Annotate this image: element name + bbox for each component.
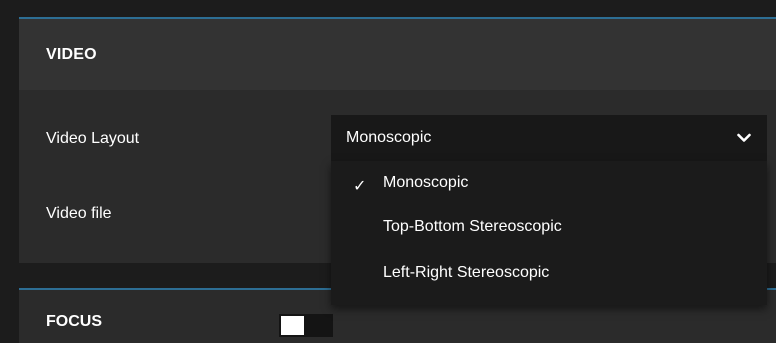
menu-item-label: Monoscopic bbox=[383, 174, 469, 191]
settings-page: VIDEO Video Layout Video file Monoscopic… bbox=[0, 0, 776, 343]
menu-item-top-bottom-stereoscopic[interactable]: Top-Bottom Stereoscopic bbox=[331, 204, 767, 250]
toggle-knob bbox=[281, 316, 304, 335]
menu-item-label: Top-Bottom Stereoscopic bbox=[383, 218, 562, 235]
chevron-down-icon bbox=[737, 133, 751, 142]
menu-item-left-right-stereoscopic[interactable]: Left-Right Stereoscopic bbox=[331, 250, 767, 296]
video-layout-selected-value: Monoscopic bbox=[346, 129, 432, 146]
focus-toggle[interactable] bbox=[279, 314, 333, 337]
focus-section-title: FOCUS bbox=[46, 313, 102, 330]
video-file-label: Video file bbox=[46, 205, 112, 222]
video-section-title: VIDEO bbox=[19, 19, 776, 90]
menu-item-monoscopic[interactable]: ✓ Monoscopic bbox=[331, 168, 767, 204]
video-layout-label: Video Layout bbox=[46, 130, 140, 147]
checkmark-icon: ✓ bbox=[353, 178, 367, 195]
video-layout-select[interactable]: Monoscopic bbox=[331, 115, 767, 161]
menu-item-label: Left-Right Stereoscopic bbox=[383, 264, 550, 281]
video-layout-dropdown-menu: ✓ Monoscopic Top-Bottom Stereoscopic Lef… bbox=[331, 161, 767, 305]
